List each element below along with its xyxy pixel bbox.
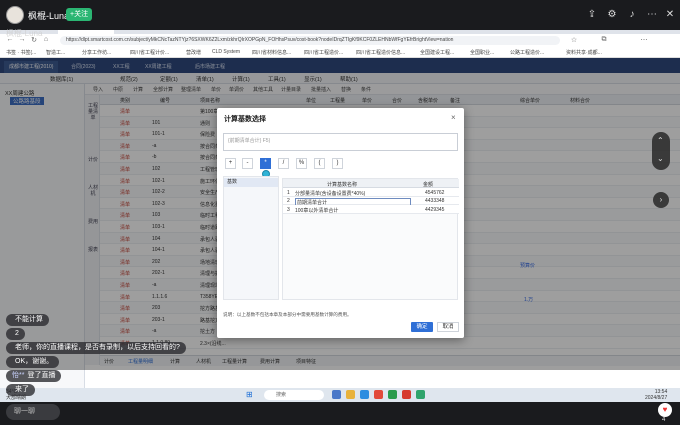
address-bar: ← → ↻ ⌂ https://dlpt.smartcost.com.cn/su… xyxy=(0,34,680,47)
live-footer: 聊一聊 ♥ 4 xyxy=(0,402,680,425)
bookmark[interactable]: 四川省材料信息... xyxy=(252,49,291,56)
bookmark[interactable]: 资料共享·成都... xyxy=(566,49,602,56)
like-icon[interactable]: ♥ xyxy=(658,403,672,417)
bookmark[interactable]: 全国建设工程... xyxy=(420,49,454,56)
bookmark[interactable]: 全国职业... xyxy=(470,49,494,56)
base-category-item[interactable]: 基数 xyxy=(224,178,278,187)
chat-text: 老师，你的直播课程，是否有录制，以后支持回看的? xyxy=(15,344,180,351)
streamer-name[interactable]: 枫棍-Luna xyxy=(28,9,69,22)
row-amount: 4433348 xyxy=(425,198,445,204)
dialog-note: 说明：以上基数不包括本章及本部分中需要用基数计算的费用。 xyxy=(223,312,352,317)
formula-text: {前期清单合计} F5) xyxy=(228,138,271,144)
live-header: 枫棍-Luna +关注 ⇪ ⚙ ♪ ⋯ ✕ xyxy=(0,0,680,30)
row-name: 分部量清单(含设备设置费*40%) xyxy=(295,190,366,197)
chevron-up-icon[interactable]: ⌃ xyxy=(657,136,664,145)
chat-input[interactable]: 聊一聊 xyxy=(6,404,60,420)
star-icon[interactable]: ☆ xyxy=(570,36,578,44)
clock-date: 2024/8/27 xyxy=(645,395,668,401)
bookmark[interactable]: 分享工作坊... xyxy=(82,49,111,56)
taskbar-search[interactable]: 搜索 xyxy=(264,390,324,400)
chat-text: 登了直播 xyxy=(27,372,56,379)
home-icon[interactable]: ⌂ xyxy=(42,36,50,43)
operator-plus-button[interactable]: + xyxy=(225,158,236,169)
operator-divide-button[interactable]: / xyxy=(278,158,289,169)
extensions-icon[interactable]: ⧉ xyxy=(600,36,608,44)
col-header-amount: 金额 xyxy=(423,182,434,188)
operator-percent-button[interactable]: % xyxy=(296,158,307,169)
bookmark[interactable]: 四川省工程计价... xyxy=(130,49,169,56)
bookmarks-bar: 书签 · 书签(... 智造工... 分享工作坊... 四川省工程计价... 营… xyxy=(0,47,680,58)
col-header-name: 计算基数名称 xyxy=(327,182,358,188)
grid-value-label: 1.万 xyxy=(524,297,534,303)
taskview-icon[interactable] xyxy=(332,390,341,399)
taskbar-clock[interactable]: 13:54 2024/8/27 xyxy=(645,389,667,401)
row-index: 2 xyxy=(287,198,290,204)
chat-message: 老师，你的直播课程，是否有录制，以后支持回看的? xyxy=(6,342,186,354)
base-category-list: 基数 xyxy=(223,176,279,300)
windows-start-icon[interactable]: ⊞ xyxy=(246,390,255,399)
chat-text: 不能计算 xyxy=(15,316,43,323)
stream-watermark: 枫棍-Luna xyxy=(6,29,43,38)
wechat-icon[interactable] xyxy=(416,390,425,399)
bookmark[interactable]: CLD System xyxy=(212,49,240,55)
chat-message: 不能计算 xyxy=(6,314,49,326)
grid-value-label: 预算价 xyxy=(520,263,536,269)
avatar[interactable] xyxy=(6,6,24,24)
chevron-down-icon[interactable]: ⌄ xyxy=(657,154,664,163)
like-count: 4 xyxy=(662,417,666,423)
bookmark[interactable]: 公路工程造价... xyxy=(510,49,544,56)
base-row[interactable]: 1 分部量清单(含设备设置费*40%) 4545762 xyxy=(283,188,459,197)
app-icon[interactable] xyxy=(374,390,383,399)
share-icon[interactable]: ⇪ xyxy=(586,9,598,20)
more-icon[interactable]: ⋯ xyxy=(646,9,658,20)
base-row-selected[interactable]: 2 前期清单合计 4433348 xyxy=(283,196,459,207)
explorer-icon[interactable] xyxy=(346,390,355,399)
edge-icon[interactable] xyxy=(360,390,369,399)
row-index: 1 xyxy=(287,189,290,196)
stream-side-controls[interactable]: ⌃ ⌄ xyxy=(652,132,670,170)
chat-message: OK，谢谢。 xyxy=(6,356,60,368)
row-amount: 4545762 xyxy=(425,189,445,196)
collapse-icon[interactable]: › xyxy=(653,192,669,208)
settings-icon[interactable]: ⚙ xyxy=(606,9,618,20)
operator-lparen-button[interactable]: ( xyxy=(314,158,325,169)
chat-text: OK，谢谢。 xyxy=(15,358,54,365)
operator-multiply-button[interactable]: * xyxy=(260,158,271,169)
bookmark[interactable]: 营改增 xyxy=(186,49,201,56)
chat-message: 2 xyxy=(6,328,25,340)
bookmark[interactable]: 智造工... xyxy=(46,49,65,56)
bookmark[interactable]: 书签 · 书签(... xyxy=(6,49,36,56)
follow-button[interactable]: +关注 xyxy=(66,8,93,21)
base-select-dialog: 计算基数选择 × {前期清单合计} F5) + - * / % ( ) 基数 计… xyxy=(217,108,464,338)
menu-icon[interactable]: ⋯ xyxy=(640,36,648,44)
chat-text: 来了 xyxy=(15,386,29,393)
windows-taskbar: 34°C 大部晴朗 ⊞ 搜索 13:542024/8/27 xyxy=(0,388,680,402)
bookmark[interactable]: 四川省工程造价信息... xyxy=(356,49,405,56)
url-field[interactable]: https://dlpt.smartcost.com.cn/subject/yM… xyxy=(60,36,560,45)
bookmark[interactable]: 四川省工程造价... xyxy=(304,49,343,56)
chat-message: 怡** 登了直播 xyxy=(6,370,62,382)
ok-button[interactable]: 确定 xyxy=(411,322,433,332)
base-table: 计算基数名称 金额 1 分部量清单(含设备设置费*40%) 4545762 2 … xyxy=(282,178,459,300)
row-index: 3 xyxy=(287,206,290,213)
base-table-header: 计算基数名称 金额 xyxy=(283,179,459,188)
base-row[interactable]: 3 100章以外清单合计 4429345 xyxy=(283,205,459,214)
close-icon[interactable]: × xyxy=(451,113,456,122)
operator-rparen-button[interactable]: ) xyxy=(332,158,343,169)
app-icon[interactable] xyxy=(388,390,397,399)
dialog-title: 计算基数选择 xyxy=(224,116,266,123)
row-name: 100章以外清单合计 xyxy=(295,207,339,214)
formula-input[interactable]: {前期清单合计} F5) xyxy=(223,133,458,151)
chat-user: 怡** xyxy=(12,372,25,379)
close-icon[interactable]: ✕ xyxy=(664,9,676,20)
chat-text: 2 xyxy=(15,330,19,337)
volume-icon[interactable]: ♪ xyxy=(626,9,638,20)
operator-minus-button[interactable]: - xyxy=(242,158,253,169)
app-icon[interactable] xyxy=(402,390,411,399)
row-amount: 4429345 xyxy=(425,206,445,213)
chat-message: 来了 xyxy=(6,384,35,396)
cancel-button[interactable]: 取消 xyxy=(437,322,459,332)
